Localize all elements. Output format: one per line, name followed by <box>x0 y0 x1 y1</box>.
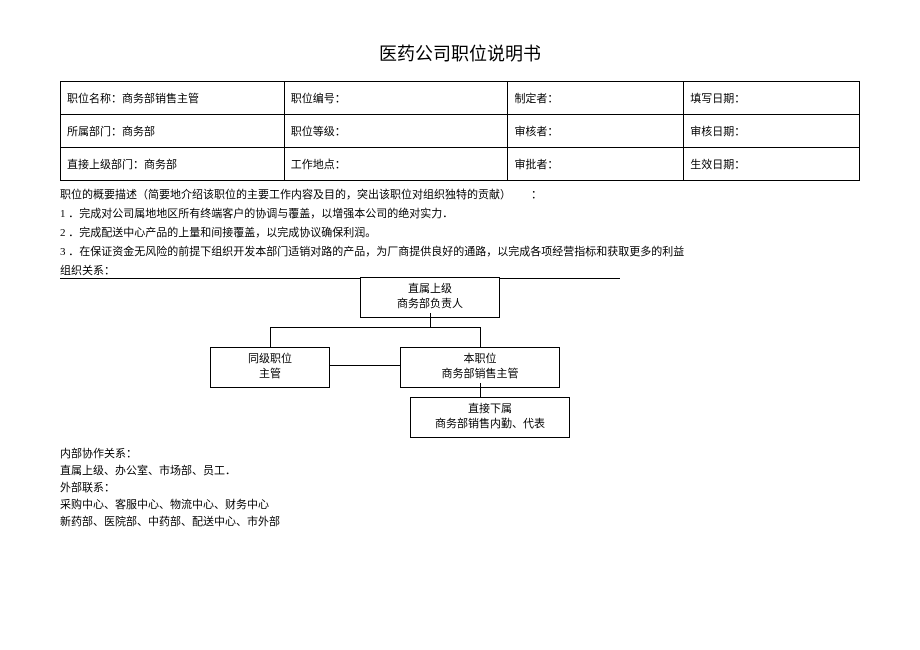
cell-write-date: 填写日期： <box>684 82 860 115</box>
org-box-peer: 同级职位 主管 <box>210 347 330 388</box>
cell-location: 工作地点： <box>284 148 508 181</box>
org-chart: 直属上级 商务部负责人 同级职位 主管 本职位 商务部销售主管 直接下属 商务部… <box>180 277 740 437</box>
description-item-2: 2 ．完成配送中心产品的上量和间接覆盖，以完成协议确保利润。 <box>60 224 860 240</box>
org-box-self: 本职位 商务部销售主管 <box>400 347 560 388</box>
org-box-line: 本职位 <box>409 352 551 367</box>
org-box-subordinate: 直接下属 商务部销售内勤、代表 <box>410 397 570 438</box>
cell-level: 职位等级： <box>284 115 508 148</box>
org-box-superior: 直属上级 商务部负责人 <box>360 277 500 318</box>
external-header: 外部联系： <box>60 479 860 495</box>
page-title: 医药公司职位说明书 <box>60 40 860 66</box>
cell-position-code: 职位编号： <box>284 82 508 115</box>
table-row: 职位名称：商务部销售主管 职位编号： 制定者： 填写日期： <box>61 82 860 115</box>
internal-header: 内部协作关系： <box>60 445 860 461</box>
description-header-text: 职位的概要描述（简要地介绍该职位的主要工作内容及目的，突出该职位对组织独特的贡献… <box>60 186 511 202</box>
table-row: 直接上级部门：商务部 工作地点： 审批者： 生效日期： <box>61 148 860 181</box>
cell-position-name: 职位名称：商务部销售主管 <box>61 82 285 115</box>
org-box-line: 直属上级 <box>369 282 491 297</box>
info-table: 职位名称：商务部销售主管 职位编号： 制定者： 填写日期： 所属部门：商务部 职… <box>60 81 860 181</box>
org-box-line: 商务部销售内勤、代表 <box>419 417 561 432</box>
description-item-3: 3 ．在保证资金无风险的前提下组织开发本部门适销对路的产品，为厂商提供良好的通路… <box>60 243 860 259</box>
cell-review-date: 审核日期： <box>684 115 860 148</box>
internal-line: 直属上级、办公室、市场部、员工． <box>60 462 860 478</box>
org-box-line: 商务部销售主管 <box>409 367 551 382</box>
org-box-line: 直接下属 <box>419 402 561 417</box>
org-box-line: 主管 <box>219 367 321 382</box>
org-box-line: 商务部负责人 <box>369 297 491 312</box>
internal-relations: 内部协作关系： 直属上级、办公室、市场部、员工． 外部联系： 采购中心、客服中心… <box>60 445 860 529</box>
cell-department: 所属部门：商务部 <box>61 115 285 148</box>
external-line: 采购中心、客服中心、物流中心、财务中心 <box>60 496 860 512</box>
description-header: 职位的概要描述（简要地介绍该职位的主要工作内容及目的，突出该职位对组织独特的贡献… <box>60 186 860 202</box>
cell-effective-date: 生效日期： <box>684 148 860 181</box>
cell-author: 制定者： <box>508 82 684 115</box>
cell-reviewer: 审核者： <box>508 115 684 148</box>
external-line: 新药部、医院部、中药部、配送中心、市外部 <box>60 513 860 529</box>
org-box-line: 同级职位 <box>219 352 321 367</box>
table-row: 所属部门：商务部 职位等级： 审核者： 审核日期： <box>61 115 860 148</box>
cell-superior-dept: 直接上级部门：商务部 <box>61 148 285 181</box>
cell-approver: 审批者： <box>508 148 684 181</box>
description-header-colon: ： <box>531 186 542 202</box>
description-item-1: 1 ．完成对公司属地地区所有终端客户的协调与覆盖，以增强本公司的绝对实力． <box>60 205 860 221</box>
